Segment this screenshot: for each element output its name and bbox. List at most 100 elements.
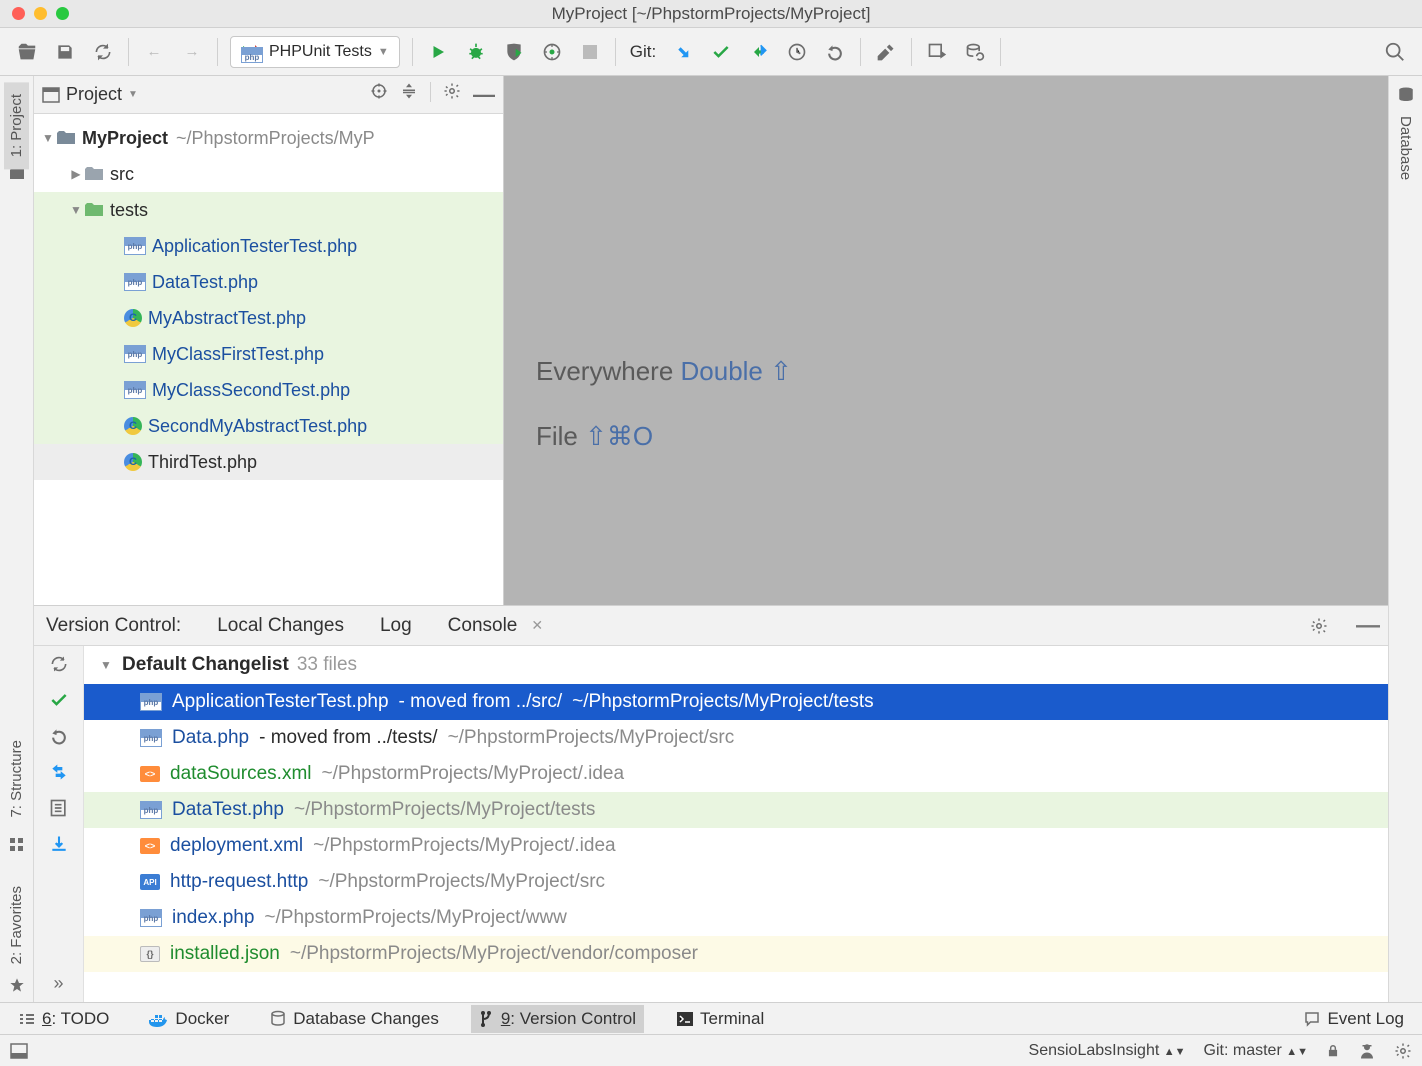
version-control-tool-window: Version Control: Local Changes Log Conso…	[34, 605, 1388, 1002]
git-label: Git:	[630, 42, 656, 62]
open-icon[interactable]	[10, 35, 44, 69]
tree-root[interactable]: ▼ MyProject ~/PhpstormProjects/MyP	[34, 120, 503, 156]
sync-icon[interactable]	[86, 35, 120, 69]
close-window-button[interactable]	[12, 7, 25, 20]
tab-todo[interactable]: 6: TODO	[10, 1005, 117, 1033]
window-mode-icon[interactable]	[10, 1043, 28, 1059]
lock-icon[interactable]	[1326, 1043, 1340, 1059]
project-tree[interactable]: ▼ MyProject ~/PhpstormProjects/MyP ▶ src…	[34, 114, 503, 605]
chevron-down-icon[interactable]: ▼	[98, 658, 114, 672]
db-console-icon[interactable]	[920, 35, 954, 69]
refresh-icon[interactable]	[49, 654, 69, 674]
vcs-revert-icon[interactable]	[818, 35, 852, 69]
run-icon[interactable]	[421, 35, 455, 69]
target-icon[interactable]	[370, 82, 388, 108]
tab-console[interactable]: Console	[444, 609, 522, 643]
docker-icon	[149, 1011, 169, 1027]
profile-icon[interactable]	[535, 35, 569, 69]
vcs-push-icon[interactable]	[742, 35, 776, 69]
tree-file[interactable]: phpDataTest.php	[34, 264, 503, 300]
minimize-window-button[interactable]	[34, 7, 47, 20]
tab-version-control[interactable]: 9: Version Control	[471, 1005, 644, 1033]
tree-file[interactable]: phpApplicationTesterTest.php	[34, 228, 503, 264]
tab-local-changes[interactable]: Local Changes	[213, 609, 348, 643]
hint-goto-file: File ⇧⌘O	[536, 421, 653, 452]
debug-icon[interactable]	[459, 35, 493, 69]
save-icon[interactable]	[48, 35, 82, 69]
run-config-label: PHPUnit Tests	[269, 43, 372, 61]
dropdown-icon: ▼	[378, 46, 389, 58]
tab-database-changes[interactable]: Database Changes	[261, 1005, 447, 1033]
collapse-icon[interactable]	[400, 82, 418, 108]
forward-icon[interactable]: →	[175, 35, 209, 69]
tab-project[interactable]: 1: Project	[4, 82, 29, 169]
change-row[interactable]: phpApplicationTesterTest.php- moved from…	[84, 684, 1388, 720]
run-config-selector[interactable]: php PHPUnit Tests ▼	[230, 36, 400, 68]
inspector-icon[interactable]	[1358, 1042, 1376, 1060]
changelist-header[interactable]: ▼ Default Changelist 33 files	[84, 646, 1388, 684]
change-row[interactable]: <>dataSources.xml~/PhpstormProjects/MyPr…	[84, 756, 1388, 792]
change-row[interactable]: phpData.php- moved from ../tests/~/Phpst…	[84, 720, 1388, 756]
hide-icon[interactable]: —	[1356, 612, 1380, 640]
db-sync-icon[interactable]	[958, 35, 992, 69]
gear-icon[interactable]	[1310, 617, 1328, 635]
status-git-branch[interactable]: Git: master ▲▼	[1204, 1042, 1308, 1060]
project-panel-title[interactable]: Project	[66, 84, 122, 105]
gear-icon[interactable]	[1394, 1042, 1412, 1060]
chat-icon	[1303, 1010, 1321, 1028]
hint-search-everywhere: Everywhere Double ⇧	[536, 356, 792, 387]
change-row[interactable]: phpDataTest.php~/PhpstormProjects/MyProj…	[84, 792, 1388, 828]
tree-file[interactable]: CMyAbstractTest.php	[34, 300, 503, 336]
changelist-icon[interactable]	[49, 798, 69, 818]
change-row[interactable]: phpindex.php~/PhpstormProjects/MyProject…	[84, 900, 1388, 936]
hide-icon[interactable]: —	[473, 82, 495, 108]
zoom-window-button[interactable]	[56, 7, 69, 20]
change-row[interactable]: <>deployment.xml~/PhpstormProjects/MyPro…	[84, 828, 1388, 864]
tree-folder-tests[interactable]: ▼ tests	[34, 192, 503, 228]
coverage-icon[interactable]	[497, 35, 531, 69]
tree-file[interactable]: CSecondMyAbstractTest.php	[34, 408, 503, 444]
php-file-icon: php	[140, 909, 162, 927]
close-tab-icon[interactable]: ✕	[531, 617, 543, 634]
tree-folder-src[interactable]: ▶ src	[34, 156, 503, 192]
tab-event-log[interactable]: Event Log	[1295, 1005, 1412, 1033]
list-icon	[18, 1012, 36, 1026]
more-icon[interactable]: »	[53, 973, 63, 994]
tab-docker[interactable]: Docker	[141, 1005, 237, 1033]
settings-icon[interactable]	[869, 35, 903, 69]
tab-log[interactable]: Log	[376, 609, 416, 643]
php-file-icon: php	[124, 273, 146, 291]
rollback-icon[interactable]	[49, 726, 69, 746]
status-sensio[interactable]: SensioLabsInsight ▲▼	[1029, 1042, 1186, 1060]
chevron-down-icon[interactable]: ▼	[68, 203, 84, 217]
diff-icon[interactable]	[49, 762, 69, 782]
gear-icon[interactable]	[443, 82, 461, 108]
tab-database[interactable]: Database	[1393, 104, 1418, 192]
changes-list[interactable]: ▼ Default Changelist 33 files phpApplica…	[84, 646, 1388, 1002]
vcs-commit-icon[interactable]	[704, 35, 738, 69]
chevron-right-icon[interactable]: ▶	[68, 167, 84, 181]
change-row[interactable]: {}installed.json~/PhpstormProjects/MyPro…	[84, 936, 1388, 972]
back-icon[interactable]: ←	[137, 35, 171, 69]
status-bar: SensioLabsInsight ▲▼ Git: master ▲▼	[0, 1034, 1422, 1066]
search-icon[interactable]	[1378, 35, 1412, 69]
vcs-history-icon[interactable]	[780, 35, 814, 69]
vcs-tabs: Version Control: Local Changes Log Conso…	[34, 606, 1388, 646]
shelve-icon[interactable]	[49, 834, 69, 854]
branch-icon	[479, 1011, 495, 1027]
change-row[interactable]: APIhttp-request.http~/PhpstormProjects/M…	[84, 864, 1388, 900]
tree-file[interactable]: CThirdTest.php	[34, 444, 503, 480]
stop-icon[interactable]	[573, 35, 607, 69]
tab-favorites[interactable]: 2: Favorites	[4, 874, 29, 976]
window-icon	[42, 87, 60, 103]
traffic-lights	[12, 7, 69, 20]
tree-file[interactable]: phpMyClassSecondTest.php	[34, 372, 503, 408]
commit-icon[interactable]	[49, 690, 69, 710]
tab-terminal[interactable]: Terminal	[668, 1005, 772, 1033]
chevron-down-icon[interactable]: ▼	[40, 131, 56, 145]
project-panel-header: Project ▼ —	[34, 76, 503, 114]
dropdown-icon[interactable]: ▼	[128, 89, 138, 100]
vcs-update-icon[interactable]	[666, 35, 700, 69]
tab-structure[interactable]: 7: Structure	[4, 728, 29, 830]
tree-file[interactable]: phpMyClassFirstTest.php	[34, 336, 503, 372]
